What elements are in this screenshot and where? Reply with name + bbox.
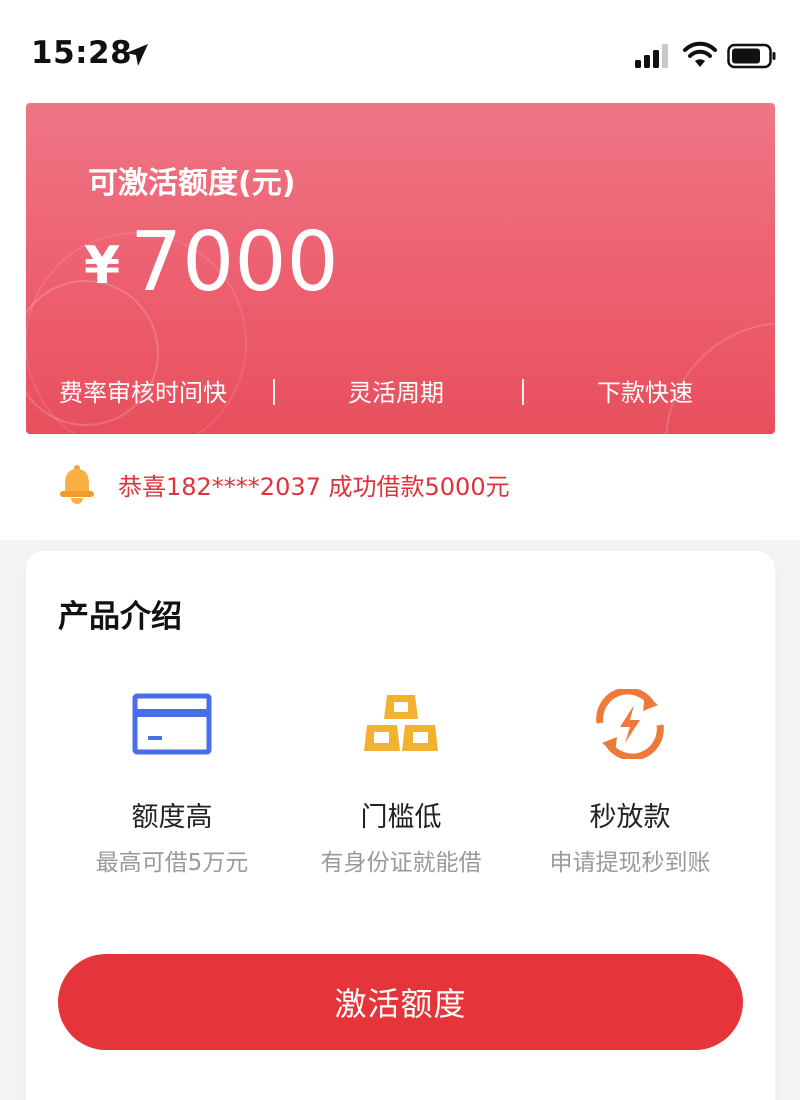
feature-low-threshold: 门槛低 有身份证就能借 — [281, 689, 521, 889]
feature-description: 有身份证就能借 — [320, 850, 482, 876]
hero-feature-fast-payout: 下款快速 — [597, 379, 693, 407]
battery-icon — [727, 43, 776, 69]
location-arrow-icon — [126, 44, 148, 66]
feature-name: 秒放款 — [589, 802, 671, 833]
feature-name: 额度高 — [131, 802, 213, 833]
feature-description: 最高可借5万元 — [95, 850, 249, 876]
notice-text: 恭喜182****2037 成功借款5000元 — [118, 473, 510, 501]
hero-divider — [522, 379, 524, 405]
feature-high-limit: 额度高 最高可借5万元 — [52, 689, 292, 889]
feature-description: 申请提现秒到账 — [549, 850, 711, 876]
bell-icon — [60, 465, 94, 504]
feature-name: 门槛低 — [360, 802, 442, 833]
hero-feature-fast-review: 费率审核时间快 — [59, 379, 227, 407]
activate-limit-button[interactable]: 激活额度 — [58, 954, 743, 1050]
hero-feature-flexible-cycle: 灵活周期 — [348, 379, 444, 407]
card-icon — [132, 693, 212, 755]
signal-icon — [635, 44, 668, 68]
product-intro-title: 产品介绍 — [58, 599, 182, 635]
feature-fast-payout: 秒放款 申请提现秒到账 — [510, 689, 750, 889]
status-bar: 15:28 — [0, 0, 800, 100]
lightning-cycle-icon — [596, 689, 664, 759]
product-intro-card: 产品介绍 额度高 最高可借5万元 门槛低 有身份证就能借 秒放款 申请提现秒到账… — [26, 551, 775, 1100]
credit-limit-card: 可激活额度(元) ¥ 7000 费率审核时间快 灵活周期 下款快速 — [26, 103, 775, 434]
status-time: 15:28 — [31, 35, 133, 71]
hero-feature-list: 费率审核时间快 灵活周期 下款快速 — [26, 373, 775, 413]
gold-bars-icon — [364, 695, 438, 751]
notice-bar: 恭喜182****2037 成功借款5000元 — [0, 460, 800, 510]
credit-limit-amount: 7000 — [130, 215, 339, 310]
loan-activation-page: 15:28 可激活额度(元) ¥ 7000 费率审核时间快 灵活周期 下款快速 … — [0, 0, 800, 1100]
currency-symbol: ¥ — [84, 236, 121, 296]
credit-limit-title: 可激活额度(元) — [88, 166, 296, 201]
hero-divider — [273, 379, 275, 405]
wifi-icon — [683, 41, 717, 67]
